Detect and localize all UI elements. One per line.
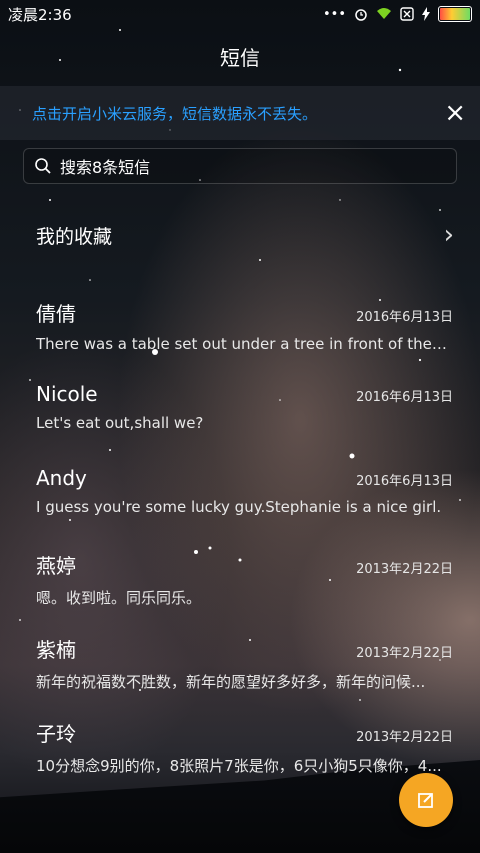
contact-name: 燕婷 (36, 554, 76, 578)
favorites-row[interactable]: 我的收藏 › (0, 210, 480, 260)
no-sim-icon (400, 7, 414, 21)
message-date: 2016年6月13日 (356, 474, 453, 489)
search-icon (35, 158, 51, 174)
message-preview: 新年的祝福数不胜数，新年的愿望好多好多，新年的问候... (36, 673, 426, 691)
close-icon[interactable]: × (444, 100, 466, 126)
message-date: 2013年2月22日 (356, 730, 453, 745)
contact-name: Andy (36, 466, 87, 490)
chevron-right-icon: › (443, 220, 454, 250)
message-preview: 嗯。收到啦。同乐同乐。 (36, 589, 202, 607)
favorites-label: 我的收藏 (36, 225, 113, 248)
status-icons: ••• (323, 6, 472, 22)
message-date: 2016年6月13日 (356, 390, 453, 405)
status-time: 凌晨2:36 (8, 5, 72, 24)
page-title: 短信 (220, 46, 260, 70)
message-date: 2013年2月22日 (356, 646, 453, 661)
message-preview: I guess you're some lucky guy.Stephanie … (36, 498, 442, 516)
compose-icon (418, 793, 433, 808)
conversation-item[interactable]: 子玲 2013年2月22日 10分想念9别的你，8张照片7张是你，6只小狗5只像你… (0, 706, 480, 790)
wifi-icon (377, 8, 391, 19)
contact-name: Nicole (36, 382, 98, 406)
status-bar: 凌晨2:36 ••• (0, 0, 480, 28)
search-input[interactable]: 搜索8条短信 (23, 148, 457, 184)
compose-button[interactable] (399, 773, 453, 827)
message-date: 2016年6月13日 (356, 310, 453, 325)
conversation-item[interactable]: 紫楠 2013年2月22日 新年的祝福数不胜数，新年的愿望好多好多，新年的问候..… (0, 622, 480, 706)
charging-icon (422, 7, 430, 21)
battery-icon (438, 6, 472, 22)
alarm-icon (355, 9, 367, 21)
conversation-item[interactable]: 倩倩 2016年6月13日 There was a table set out u… (0, 286, 480, 370)
message-preview: 10分想念9别的你，8张照片7张是你，6只小狗5只像你，4... (36, 757, 442, 775)
conversation-item[interactable]: Nicole 2016年6月13日 Let's eat out,shall we? (0, 370, 480, 454)
more-dots-icon: ••• (322, 6, 346, 22)
banner-text[interactable]: 点击开启小米云服务，短信数据永不丢失。 (32, 103, 317, 124)
message-preview: Let's eat out,shall we? (36, 414, 204, 432)
cloud-service-banner[interactable]: 点击开启小米云服务，短信数据永不丢失。 × (0, 86, 480, 140)
conversation-item[interactable]: Andy 2016年6月13日 I guess you're some lucky… (0, 454, 480, 538)
contact-name: 子玲 (36, 722, 76, 746)
search-placeholder: 搜索8条短信 (60, 158, 151, 177)
message-preview: There was a table set out under a tree i… (36, 335, 450, 353)
conversation-list: 倩倩 2016年6月13日 There was a table set out u… (0, 286, 480, 790)
contact-name: 倩倩 (36, 302, 76, 326)
conversation-item[interactable]: 燕婷 2013年2月22日 嗯。收到啦。同乐同乐。 (0, 538, 480, 622)
contact-name: 紫楠 (36, 638, 76, 662)
message-date: 2013年2月22日 (356, 562, 453, 577)
